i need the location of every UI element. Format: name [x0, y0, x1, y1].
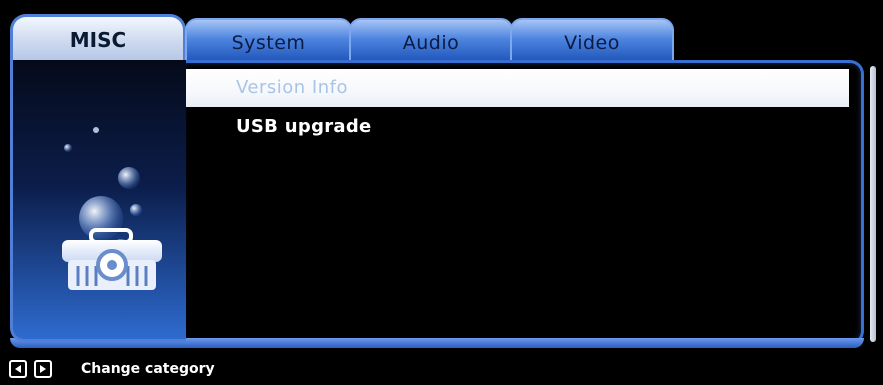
menu-item-usb-upgrade-label: USB upgrade — [236, 116, 372, 137]
toolbox-icon — [62, 127, 162, 290]
tab-misc[interactable]: MISC — [10, 14, 186, 62]
tab-video[interactable]: Video — [510, 18, 674, 62]
left-arrow-key-icon — [9, 360, 27, 378]
scrollbar[interactable] — [870, 66, 876, 342]
tab-audio-label: Audio — [402, 32, 460, 54]
footer-hint-text: Change category — [81, 361, 215, 377]
menu-item-usb-upgrade[interactable]: USB upgrade — [186, 108, 849, 146]
tab-audio[interactable]: Audio — [349, 18, 513, 62]
right-arrow-key-icon — [34, 360, 52, 378]
tab-system[interactable]: System — [185, 18, 352, 62]
tab-misc-label: MISC — [69, 28, 127, 52]
tab-system-label: System — [231, 32, 306, 54]
scrollbar-thumb[interactable] — [870, 66, 876, 342]
tab-video-label: Video — [564, 32, 620, 54]
menu-item-version-info[interactable]: Version Info — [186, 69, 849, 107]
category-panel — [10, 60, 186, 342]
settings-screen: MISC System Audio Video Version Info USB… — [0, 0, 883, 385]
menu-item-version-info-label: Version Info — [236, 77, 348, 98]
